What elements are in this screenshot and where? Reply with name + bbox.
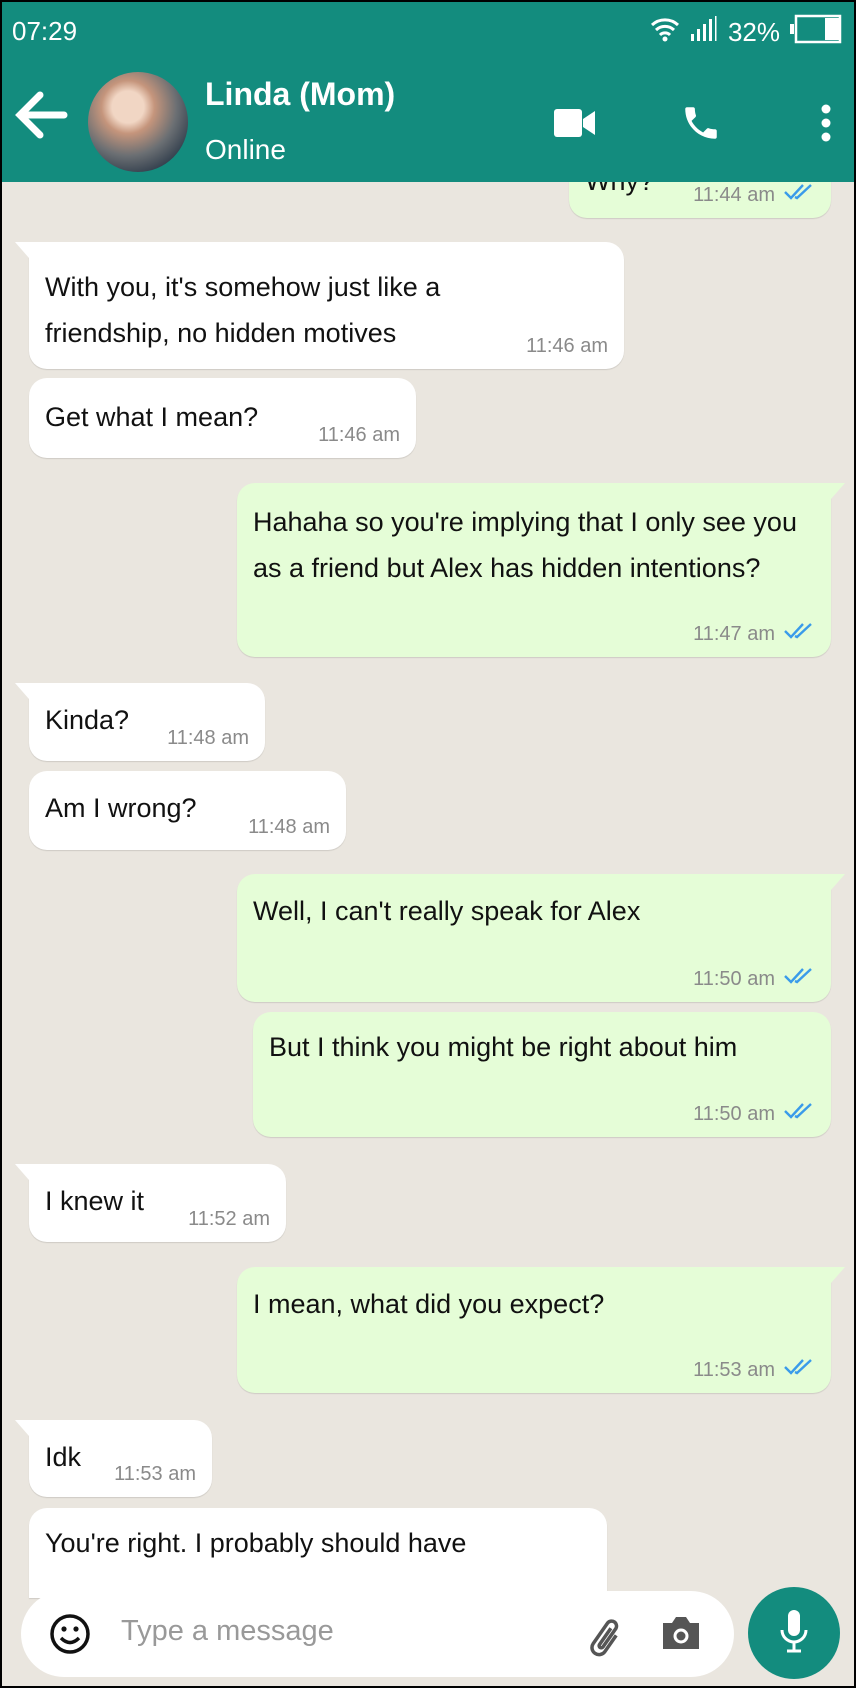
phone-call-icon[interactable] xyxy=(680,102,722,149)
battery-percent: 32% xyxy=(727,17,780,47)
double-check-icon xyxy=(783,183,815,206)
message-time: 11:53 am xyxy=(114,1463,196,1485)
camera-icon[interactable] xyxy=(660,1615,702,1656)
more-options-icon[interactable] xyxy=(820,104,832,147)
message-time: 11:50 am xyxy=(693,1102,775,1125)
message-in: With you, it's somehow just like a frien… xyxy=(15,242,624,369)
signal-icon xyxy=(690,16,718,49)
chat-screen: Why? 11:44 am With you, it's somehow jus… xyxy=(2,2,854,1686)
message-in: Am I wrong? 11:48 am xyxy=(29,771,346,850)
microphone-icon xyxy=(779,1608,809,1659)
message-time: 11:44 am xyxy=(693,183,775,206)
message-time: 11:53 am xyxy=(693,1358,775,1381)
emoji-icon[interactable] xyxy=(49,1613,91,1660)
message-text: You're right. I probably should have xyxy=(45,1528,467,1558)
message-time: 11:48 am xyxy=(248,816,330,838)
double-check-icon xyxy=(783,622,815,645)
message-in: Get what I mean? 11:46 am xyxy=(29,378,416,458)
message-out: Hahaha so you're implying that I only se… xyxy=(237,483,845,657)
message-time: 11:52 am xyxy=(188,1208,270,1230)
video-call-icon[interactable] xyxy=(554,108,596,143)
message-out: Well, I can't really speak for Alex 11:5… xyxy=(237,874,845,1002)
message-time: 11:46 am xyxy=(318,424,400,446)
message-text: But I think you might be right about him xyxy=(269,1032,738,1062)
message-text: Well, I can't really speak for Alex xyxy=(253,896,641,926)
message-text: Get what I mean? xyxy=(45,402,259,432)
attach-icon[interactable] xyxy=(586,1613,628,1662)
message-time: 11:48 am xyxy=(167,727,249,749)
message-text: Hahaha so you're implying that I only se… xyxy=(253,507,797,583)
message-time: 11:46 am xyxy=(526,335,608,357)
status-icons: 32% xyxy=(650,14,842,51)
message-in: Idk 11:53 am xyxy=(15,1420,212,1497)
message-text: I mean, what did you expect? xyxy=(253,1289,605,1319)
chat-header: 07:29 32% Linda (Mom) Online xyxy=(2,2,854,182)
message-in: I knew it 11:52 am xyxy=(15,1164,286,1242)
message-composer[interactable]: Type a message xyxy=(21,1591,734,1677)
message-in: Kinda? 11:48 am xyxy=(15,683,265,761)
avatar[interactable] xyxy=(88,72,188,172)
back-arrow-icon[interactable] xyxy=(14,90,68,145)
contact-name[interactable]: Linda (Mom) xyxy=(205,76,395,113)
message-text: Am I wrong? xyxy=(45,793,197,823)
message-time: 11:47 am xyxy=(693,622,775,645)
double-check-icon xyxy=(783,1102,815,1125)
message-text: With you, it's somehow just like a frien… xyxy=(45,272,441,348)
message-in: You're right. I probably should have xyxy=(29,1508,607,1598)
wifi-icon xyxy=(650,16,680,49)
message-time: 11:50 am xyxy=(693,967,775,990)
status-time: 07:29 xyxy=(12,16,78,46)
message-text: Idk xyxy=(45,1442,82,1472)
message-out: But I think you might be right about him… xyxy=(253,1012,831,1137)
battery-icon xyxy=(790,14,842,51)
double-check-icon xyxy=(783,1358,815,1381)
voice-record-button[interactable] xyxy=(748,1587,840,1679)
message-out: I mean, what did you expect? 11:53 am xyxy=(237,1267,845,1393)
message-input[interactable]: Type a message xyxy=(121,1615,334,1648)
message-text: I knew it xyxy=(45,1186,145,1216)
double-check-icon xyxy=(783,967,815,990)
contact-status: Online xyxy=(205,134,286,165)
message-text: Kinda? xyxy=(45,705,130,735)
